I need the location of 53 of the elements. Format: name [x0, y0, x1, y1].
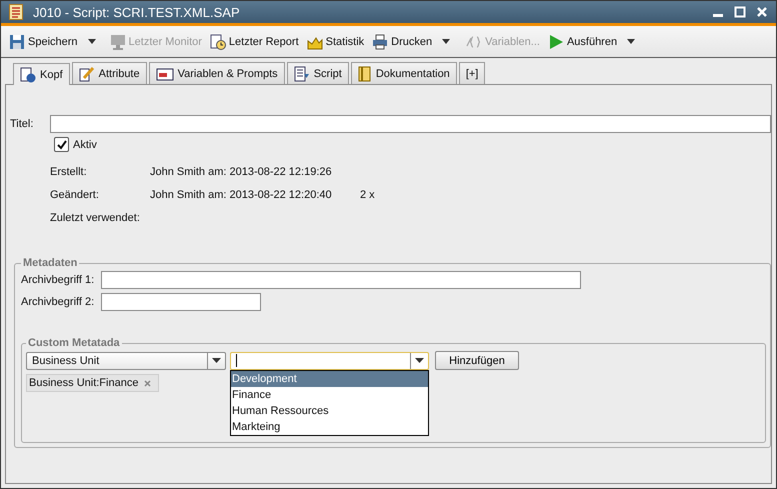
window-title: J010 - Script: SCRI.TEST.XML.SAP	[33, 4, 241, 20]
group-title: Metadaten	[22, 257, 78, 269]
active-checkbox[interactable]: Aktiv	[54, 137, 771, 152]
tab[interactable]: Attribute	[72, 62, 147, 84]
caret-icon[interactable]	[442, 39, 450, 44]
toolbar-button[interactable]: Statistik	[304, 32, 366, 52]
info-value: John Smith am: 2013-08-22 12:19:26	[150, 166, 333, 179]
pencil-icon	[78, 66, 95, 82]
text-field[interactable]	[101, 293, 261, 311]
add-button[interactable]: Hinzufügen	[435, 351, 519, 370]
tab[interactable]: Kopf	[13, 63, 70, 85]
field-label: Titel:	[10, 118, 34, 130]
variables-icon	[464, 34, 482, 50]
printer-icon	[372, 34, 388, 50]
group-title: Custom Metatada	[27, 337, 121, 349]
caret-icon[interactable]	[88, 39, 96, 44]
field-label: Archivbegriff 2:	[21, 296, 96, 308]
key-dropdown[interactable]: Business Unit	[26, 352, 226, 370]
check-icon	[56, 138, 68, 150]
toolbar-button[interactable]: Letzter Report	[208, 32, 301, 52]
change-count: 2 x	[360, 189, 375, 202]
info-label: Zuletzt verwendet:	[50, 212, 141, 225]
tab[interactable]: Dokumentation	[350, 62, 457, 84]
dropdown-option[interactable]: Development	[231, 371, 428, 387]
toolbar-button[interactable]: Speichern	[7, 32, 80, 52]
toolbar-button[interactable]: Ausführen	[546, 32, 620, 52]
document-info-icon	[20, 66, 36, 82]
dropdown-option[interactable]: Human Ressources	[231, 403, 428, 419]
text-field[interactable]	[101, 271, 581, 289]
caret-icon	[212, 358, 221, 363]
script-icon	[294, 66, 310, 82]
maximize-icon[interactable]	[734, 6, 746, 18]
play-icon	[548, 34, 564, 50]
variable-box-icon	[156, 66, 174, 82]
dropdown-option[interactable]: Markteing	[231, 419, 428, 435]
info-label: Erstellt:	[50, 166, 88, 179]
book-icon	[358, 66, 372, 82]
caret-icon	[415, 358, 424, 363]
dropdown-option[interactable]: Finance	[231, 387, 428, 403]
tab[interactable]: [+]	[458, 62, 486, 84]
info-label: Geändert:	[50, 189, 100, 202]
field-label: Archivbegriff 1:	[21, 274, 96, 286]
tab[interactable]: Variablen & Prompts	[148, 62, 285, 84]
title-field[interactable]	[50, 115, 771, 133]
report-clock-icon	[210, 34, 226, 50]
toolbar-button[interactable]: Drucken	[370, 32, 434, 52]
close-icon[interactable]	[144, 380, 152, 386]
monitor-icon	[110, 34, 126, 50]
caret-icon[interactable]	[627, 39, 636, 44]
info-value: John Smith am: 2013-08-22 12:20:40	[150, 189, 333, 202]
document-icon	[9, 4, 23, 20]
tab[interactable]: Script	[286, 62, 349, 84]
tag-label: Business Unit:Finance	[29, 377, 138, 389]
